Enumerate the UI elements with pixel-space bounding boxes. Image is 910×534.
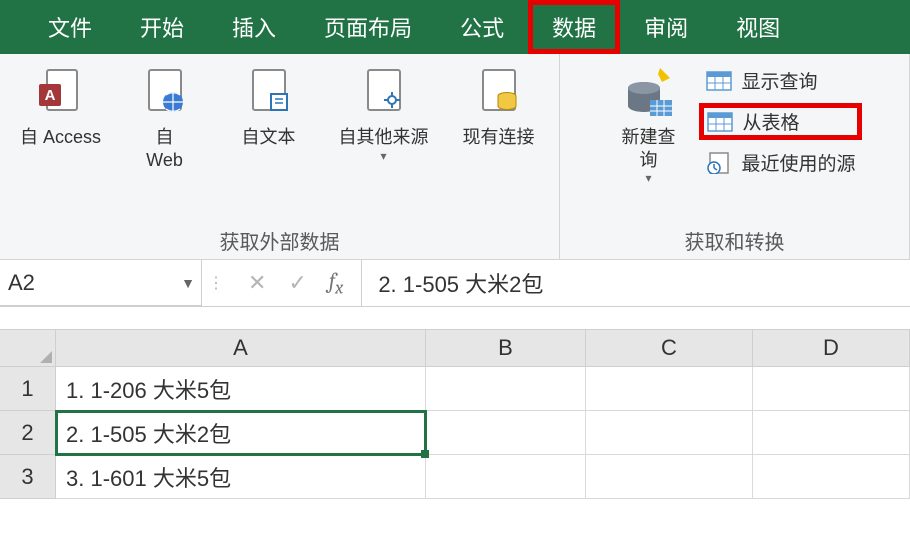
formula-bar: A2 ▼ ⋮ ✕ ✓ fx 2. 1-505 大米2包 bbox=[0, 260, 910, 307]
col-header-C[interactable]: C bbox=[586, 330, 753, 367]
row-header-2[interactable]: 2 bbox=[0, 411, 56, 455]
cell-D2[interactable] bbox=[753, 411, 910, 455]
row-header-3[interactable]: 3 bbox=[0, 455, 56, 499]
existing-connections-label: 现有连接 bbox=[463, 126, 535, 149]
chevron-down-icon[interactable]: ▼ bbox=[181, 275, 195, 291]
text-file-icon bbox=[241, 62, 297, 122]
separator: ⋮ bbox=[202, 260, 230, 306]
tab-formulas[interactable]: 公式 bbox=[436, 0, 528, 54]
group-label-external-data: 获取外部数据 bbox=[220, 222, 340, 255]
cell-C3[interactable] bbox=[586, 455, 753, 499]
from-table-icon bbox=[706, 110, 734, 134]
formula-bar-buttons: ✕ ✓ fx bbox=[230, 260, 362, 306]
select-all-corner[interactable] bbox=[0, 330, 56, 367]
spreadsheet-grid: A B C D 1 1. 1-206 大米5包 2 2. 1-505 大米2包 … bbox=[0, 329, 910, 499]
show-queries-icon bbox=[705, 69, 733, 93]
from-access-button[interactable]: A 自 Access bbox=[17, 62, 105, 149]
cell-B1[interactable] bbox=[426, 367, 586, 411]
recent-sources-label: 最近使用的源 bbox=[741, 149, 855, 176]
from-other-button[interactable]: 自其他来源 ▾ bbox=[329, 62, 439, 163]
cell-A3[interactable]: 3. 1-601 大米5包 bbox=[56, 455, 426, 499]
recent-sources-button[interactable]: 最近使用的源 bbox=[699, 146, 861, 179]
row-header-1[interactable]: 1 bbox=[0, 367, 56, 411]
cell-B3[interactable] bbox=[426, 455, 586, 499]
name-box-value: A2 bbox=[8, 270, 35, 296]
chevron-down-icon: ▾ bbox=[380, 149, 386, 163]
from-text-button[interactable]: 自文本 bbox=[225, 62, 313, 149]
chevron-down-icon: ▾ bbox=[645, 171, 651, 185]
ribbon-group-external-data: A 自 Access 自 Web 自文本 自其他来源 bbox=[0, 54, 560, 259]
show-queries-button[interactable]: 显示查询 bbox=[699, 64, 861, 97]
cell-D1[interactable] bbox=[753, 367, 910, 411]
show-queries-label: 显示查询 bbox=[741, 67, 817, 94]
tab-insert[interactable]: 插入 bbox=[208, 0, 300, 54]
col-header-D[interactable]: D bbox=[753, 330, 910, 367]
ribbon-tabs: 文件 开始 插入 页面布局 公式 数据 审阅 视图 bbox=[0, 0, 910, 54]
tab-file[interactable]: 文件 bbox=[24, 0, 116, 54]
tab-view[interactable]: 视图 bbox=[712, 0, 804, 54]
other-sources-icon bbox=[356, 62, 412, 122]
cell-A1[interactable]: 1. 1-206 大米5包 bbox=[56, 367, 426, 411]
recent-sources-icon bbox=[705, 151, 733, 175]
tab-review[interactable]: 审阅 bbox=[620, 0, 712, 54]
tab-home[interactable]: 开始 bbox=[116, 0, 208, 54]
access-icon: A bbox=[33, 62, 89, 122]
from-table-button[interactable]: 从表格 bbox=[699, 103, 861, 140]
from-web-button[interactable]: 自 Web bbox=[121, 62, 209, 171]
new-query-label: 新建查 询 bbox=[621, 126, 675, 171]
from-other-label: 自其他来源 bbox=[339, 126, 429, 149]
fx-icon[interactable]: fx bbox=[329, 268, 343, 298]
cancel-icon[interactable]: ✕ bbox=[248, 270, 266, 296]
tab-data[interactable]: 数据 bbox=[528, 0, 620, 54]
cell-A2[interactable]: 2. 1-505 大米2包 bbox=[56, 411, 426, 455]
col-header-B[interactable]: B bbox=[426, 330, 586, 367]
cell-B2[interactable] bbox=[426, 411, 586, 455]
existing-connections-icon bbox=[471, 62, 527, 122]
svg-text:A: A bbox=[44, 87, 55, 104]
group-label-get-transform: 获取和转换 bbox=[685, 222, 785, 255]
cell-D3[interactable] bbox=[753, 455, 910, 499]
col-header-A[interactable]: A bbox=[56, 330, 426, 367]
ribbon-body: A 自 Access 自 Web 自文本 自其他来源 bbox=[0, 54, 910, 260]
formula-input[interactable]: 2. 1-505 大米2包 bbox=[362, 260, 910, 306]
name-box[interactable]: A2 ▼ bbox=[0, 260, 202, 306]
tab-layout[interactable]: 页面布局 bbox=[300, 0, 436, 54]
from-access-label: 自 Access bbox=[20, 126, 101, 149]
cell-C2[interactable] bbox=[586, 411, 753, 455]
web-icon bbox=[137, 62, 193, 122]
cell-C1[interactable] bbox=[586, 367, 753, 411]
existing-connections-button[interactable]: 现有连接 bbox=[455, 62, 543, 149]
from-table-label: 从表格 bbox=[742, 108, 799, 135]
ribbon-group-get-transform: 新建查 询 ▾ 显示查询 从表格 bbox=[560, 54, 910, 259]
new-query-icon bbox=[620, 62, 676, 122]
from-web-label: 自 Web bbox=[146, 126, 183, 171]
new-query-button[interactable]: 新建查 询 ▾ bbox=[607, 62, 689, 185]
from-text-label: 自文本 bbox=[242, 126, 296, 149]
confirm-icon[interactable]: ✓ bbox=[288, 270, 306, 296]
formula-value: 2. 1-505 大米2包 bbox=[378, 267, 543, 299]
